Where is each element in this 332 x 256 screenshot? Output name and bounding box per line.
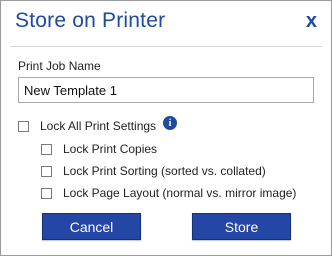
lock-layout-label: Lock Page Layout (normal vs. mirror imag… (63, 186, 297, 200)
title-divider (10, 46, 322, 47)
lock-copies-label: Lock Print Copies (63, 142, 158, 156)
lock-layout-checkbox[interactable] (41, 187, 52, 199)
lock-sorting-option[interactable]: Lock Print Sorting (sorted vs. collated) (41, 164, 266, 178)
lock-all-label: Lock All Print Settings (40, 119, 157, 133)
lock-sorting-checkbox[interactable] (41, 165, 52, 177)
lock-copies-checkbox[interactable] (41, 143, 52, 155)
print-job-name-input[interactable] (18, 77, 314, 103)
info-icon[interactable]: i (163, 116, 178, 130)
dialog-title: Store on Printer (15, 9, 166, 32)
lock-sorting-label: Lock Print Sorting (sorted vs. collated) (63, 164, 266, 178)
close-button[interactable]: x (306, 10, 317, 33)
lock-all-option[interactable]: Lock All Print Settings i (18, 116, 178, 133)
print-job-name-label: Print Job Name (18, 59, 101, 73)
lock-layout-option[interactable]: Lock Page Layout (normal vs. mirror imag… (41, 186, 296, 200)
cancel-button[interactable]: Cancel (42, 213, 141, 240)
lock-all-checkbox[interactable] (18, 120, 29, 132)
store-button[interactable]: Store (192, 213, 291, 240)
store-on-printer-dialog: Store on Printer x Print Job Name Lock A… (0, 0, 332, 256)
lock-copies-option[interactable]: Lock Print Copies (41, 142, 157, 156)
